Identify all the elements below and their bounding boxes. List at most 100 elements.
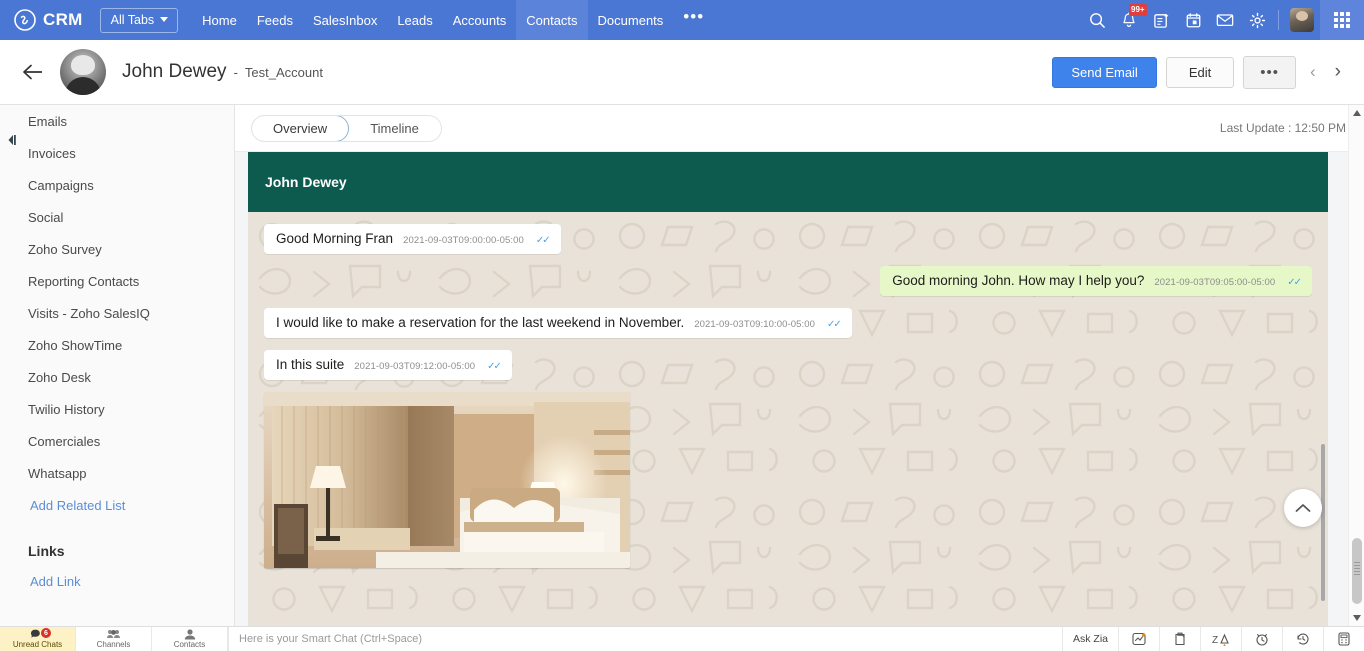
sidebar-item-social[interactable]: Social: [0, 201, 234, 233]
sidebar-item-reporting-contacts[interactable]: Reporting Contacts: [0, 265, 234, 297]
smart-chat-bottom-bar: 6 Unread Chats Channels Contacts Here is…: [0, 626, 1364, 651]
chevron-right-icon[interactable]: ›: [1330, 61, 1346, 83]
sidebar-item-visits-zoho-salesiq[interactable]: Visits - Zoho SalesIQ: [0, 297, 234, 329]
brand-logo[interactable]: CRM: [0, 9, 83, 31]
sidebar-item-whatsapp[interactable]: Whatsapp: [0, 457, 234, 489]
nav-item-leads[interactable]: Leads: [387, 0, 442, 40]
settings-gear-icon[interactable]: [1241, 0, 1273, 40]
related-list-sidebar: Emails Invoices Campaigns Social Zoho Su…: [0, 105, 235, 626]
reminder-clock-icon[interactable]: [1241, 627, 1282, 651]
scroll-to-top-button[interactable]: [1284, 489, 1322, 527]
chevron-down-icon: [160, 17, 169, 22]
add-note-icon[interactable]: [1145, 0, 1177, 40]
last-update-status: Last Update : 12:50 PM: [1219, 121, 1346, 135]
message-bubble-outgoing[interactable]: Good morning John. How may I help you? 2…: [880, 266, 1312, 296]
smart-chat-input[interactable]: Here is your Smart Chat (Ctrl+Space): [228, 627, 1062, 651]
account-name[interactable]: Test_Account: [245, 65, 323, 80]
search-icon[interactable]: [1081, 0, 1113, 40]
all-tabs-dropdown[interactable]: All Tabs: [99, 7, 179, 33]
hotel-suite-photo[interactable]: [264, 392, 630, 568]
chat-message-list[interactable]: Good Morning Fran 2021-09-03T09:00:00-05…: [248, 212, 1328, 626]
ask-zia-button[interactable]: Ask Zia: [1062, 627, 1118, 651]
tab-timeline[interactable]: Timeline: [348, 116, 441, 141]
notifications-bell-icon[interactable]: 99+: [1113, 0, 1147, 40]
chat-scrollbar-thumb[interactable]: [1321, 444, 1325, 601]
nav-item-documents[interactable]: Documents: [588, 0, 674, 40]
message-row: In this suite 2021-09-03T09:12:00-05:00 …: [264, 350, 1312, 380]
messages-container: Good Morning Fran 2021-09-03T09:00:00-05…: [248, 212, 1328, 568]
chevron-left-icon[interactable]: ‹: [1305, 62, 1321, 82]
message-timestamp: 2021-09-03T09:00:00-05:00: [403, 235, 524, 246]
message-text: Good Morning Fran: [276, 231, 394, 246]
double-check-icon: ✓✓: [487, 361, 502, 372]
clipboard-icon[interactable]: [1159, 627, 1200, 651]
sidebar-item-invoices[interactable]: Invoices: [0, 137, 234, 169]
bottom-tab-label: Unread Chats: [12, 639, 63, 649]
sidebar-item-zoho-survey[interactable]: Zoho Survey: [0, 233, 234, 265]
edit-button[interactable]: Edit: [1165, 56, 1235, 88]
message-bubble-incoming[interactable]: I would like to make a reservation for t…: [264, 308, 852, 338]
sidebar-collapse-icon[interactable]: [6, 132, 18, 148]
sidebar-item-twilio-history[interactable]: Twilio History: [0, 393, 234, 425]
sidebar-item-campaigns[interactable]: Campaigns: [0, 169, 234, 201]
add-link-link[interactable]: Add Link: [0, 565, 234, 597]
scrollbar-down-arrow-icon[interactable]: [1349, 610, 1364, 626]
zia-insights-icon[interactable]: [1118, 627, 1159, 651]
record-actions: Send Email Edit ••• ‹ ›: [1052, 55, 1346, 89]
message-timestamp: 2021-09-03T09:10:00-05:00: [694, 319, 816, 330]
back-arrow-icon[interactable]: [20, 59, 46, 85]
app-switcher-icon[interactable]: [1320, 0, 1364, 40]
nav-item-feeds[interactable]: Feeds: [247, 0, 303, 40]
double-check-icon: ✓✓: [535, 235, 551, 246]
page-scrollbar[interactable]: [1348, 105, 1364, 626]
svg-text:Z: Z: [1212, 635, 1218, 646]
nav-divider: [1278, 10, 1279, 30]
nav-more-icon[interactable]: •••: [673, 0, 714, 40]
channels-icon: [106, 629, 121, 640]
zia-voice-icon[interactable]: Z: [1200, 627, 1241, 651]
message-bubble-incoming[interactable]: In this suite 2021-09-03T09:12:00-05:00 …: [264, 350, 512, 380]
record-header: John Dewey - Test_Account Send Email Edi…: [0, 40, 1364, 105]
body-wrapper: Emails Invoices Campaigns Social Zoho Su…: [0, 105, 1364, 626]
top-navigation-bar: CRM All Tabs Home Feeds SalesInbox Leads…: [0, 0, 1364, 40]
links-heading: Links: [28, 543, 65, 559]
message-text: I would like to make a reservation for t…: [276, 315, 685, 330]
bottom-tab-label: Channels: [96, 639, 131, 649]
nav-item-accounts[interactable]: Accounts: [443, 0, 516, 40]
message-bubble-incoming[interactable]: Good Morning Fran 2021-09-03T09:00:00-05…: [264, 224, 561, 254]
message-row: Good Morning Fran 2021-09-03T09:00:00-05…: [264, 224, 1312, 254]
tab-overview[interactable]: Overview: [251, 115, 350, 141]
message-timestamp: 2021-09-03T09:12:00-05:00: [354, 361, 476, 372]
chat-header: John Dewey: [248, 152, 1328, 212]
view-tabs: Overview Timeline: [251, 114, 442, 142]
nav-item-home[interactable]: Home: [192, 0, 247, 40]
double-check-icon: ✓✓: [827, 319, 842, 330]
contact-name: John Dewey: [122, 61, 227, 82]
recent-history-icon[interactable]: [1282, 627, 1323, 651]
bottom-tab-channels[interactable]: Channels: [76, 627, 152, 651]
sidebar-item-comerciales[interactable]: Comerciales: [0, 425, 234, 457]
sidebar-item-zoho-desk[interactable]: Zoho Desk: [0, 361, 234, 393]
calculator-icon[interactable]: [1323, 627, 1364, 651]
scrollbar-up-arrow-icon[interactable]: [1349, 105, 1364, 121]
nav-item-salesinbox[interactable]: SalesInbox: [303, 0, 387, 40]
message-text: Good morning John. How may I help you?: [892, 273, 1145, 288]
bottom-tab-unread-chats[interactable]: 6 Unread Chats: [0, 627, 76, 651]
bottom-tab-label: Contacts: [173, 639, 206, 649]
send-email-button[interactable]: Send Email: [1052, 56, 1157, 88]
name-separator: -: [233, 65, 238, 80]
zoho-crm-logo-icon: [14, 9, 36, 31]
nav-item-contacts[interactable]: Contacts: [516, 0, 588, 40]
add-related-list-link[interactable]: Add Related List: [0, 489, 234, 521]
nav-items: Home Feeds SalesInbox Leads Accounts Con…: [192, 0, 714, 40]
user-avatar[interactable]: [1290, 8, 1314, 32]
calendar-icon[interactable]: [1177, 0, 1209, 40]
brand-label: CRM: [43, 10, 83, 29]
bottom-tab-contacts[interactable]: Contacts: [152, 627, 228, 651]
mail-icon[interactable]: [1209, 0, 1241, 40]
sidebar-item-zoho-showtime[interactable]: Zoho ShowTime: [0, 329, 234, 361]
more-actions-button[interactable]: •••: [1243, 55, 1296, 89]
sidebar-item-emails[interactable]: Emails: [0, 105, 234, 137]
page-scrollbar-thumb[interactable]: [1352, 538, 1362, 604]
message-row: [264, 392, 1312, 568]
